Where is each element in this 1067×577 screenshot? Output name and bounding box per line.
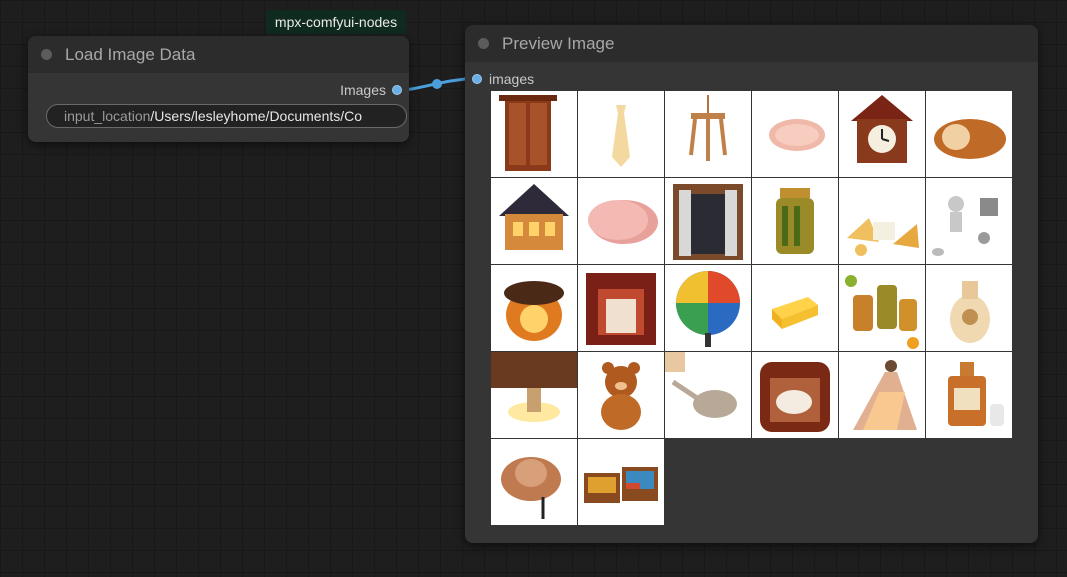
node-pack-badge: mpx-comfyui-nodes (266, 10, 406, 34)
beds-image[interactable] (578, 439, 664, 525)
hat-image[interactable] (491, 439, 577, 525)
output-label: Images (340, 82, 386, 98)
cuckoo-clock-image[interactable] (839, 91, 925, 177)
load-image-data-node[interactable]: Load Image Data Images input_location /U… (28, 36, 409, 142)
node-title: Preview Image (502, 33, 615, 53)
input-connector-dot-icon[interactable] (472, 74, 482, 84)
dress-image[interactable] (839, 352, 925, 438)
preview-image-grid[interactable] (491, 91, 1013, 527)
teddy-bear-image[interactable] (578, 352, 664, 438)
images-output-slot[interactable]: Images (340, 82, 402, 98)
perfume-bottle-image[interactable] (926, 352, 1012, 438)
bread-image[interactable] (926, 91, 1012, 177)
house-image[interactable] (491, 178, 577, 264)
dog-bed-image[interactable] (752, 352, 838, 438)
pickle-jars-image[interactable] (839, 265, 925, 351)
cheese-block-image[interactable] (752, 265, 838, 351)
load-image-data-title-bar[interactable]: Load Image Data (28, 36, 409, 73)
wardrobe-image[interactable] (491, 91, 577, 177)
node-collapse-dot-icon[interactable] (41, 49, 52, 60)
preview-image-title-bar[interactable]: Preview Image (465, 25, 1038, 62)
figures-image[interactable] (926, 178, 1012, 264)
widget-label: input_location (64, 108, 151, 124)
fireplace-image[interactable] (578, 265, 664, 351)
chandelier-image[interactable] (665, 91, 751, 177)
pickle-jar-image[interactable] (752, 178, 838, 264)
cheese-platter-image[interactable] (839, 178, 925, 264)
input-location-field[interactable]: input_location /Users/lesleyhome/Documen… (46, 104, 407, 128)
acorn-lamp-image[interactable] (491, 265, 577, 351)
node-collapse-dot-icon[interactable] (478, 38, 489, 49)
necktie-image[interactable] (578, 91, 664, 177)
output-connector-dot-icon[interactable] (392, 85, 402, 95)
sliced-ham-image[interactable] (578, 178, 664, 264)
vase-image[interactable] (926, 265, 1012, 351)
preview-image-node[interactable]: Preview Image images (465, 25, 1038, 543)
lantern-room-image[interactable] (491, 352, 577, 438)
spoon-image[interactable] (665, 352, 751, 438)
node-title: Load Image Data (65, 44, 196, 64)
input-label: images (489, 71, 535, 87)
stained-glass-lamp-image[interactable] (665, 265, 751, 351)
ham-slice-image[interactable] (752, 91, 838, 177)
images-input-slot[interactable]: images (472, 71, 534, 87)
window-image[interactable] (665, 178, 751, 264)
widget-value: /Users/lesleyhome/Documents/Co (150, 108, 363, 124)
